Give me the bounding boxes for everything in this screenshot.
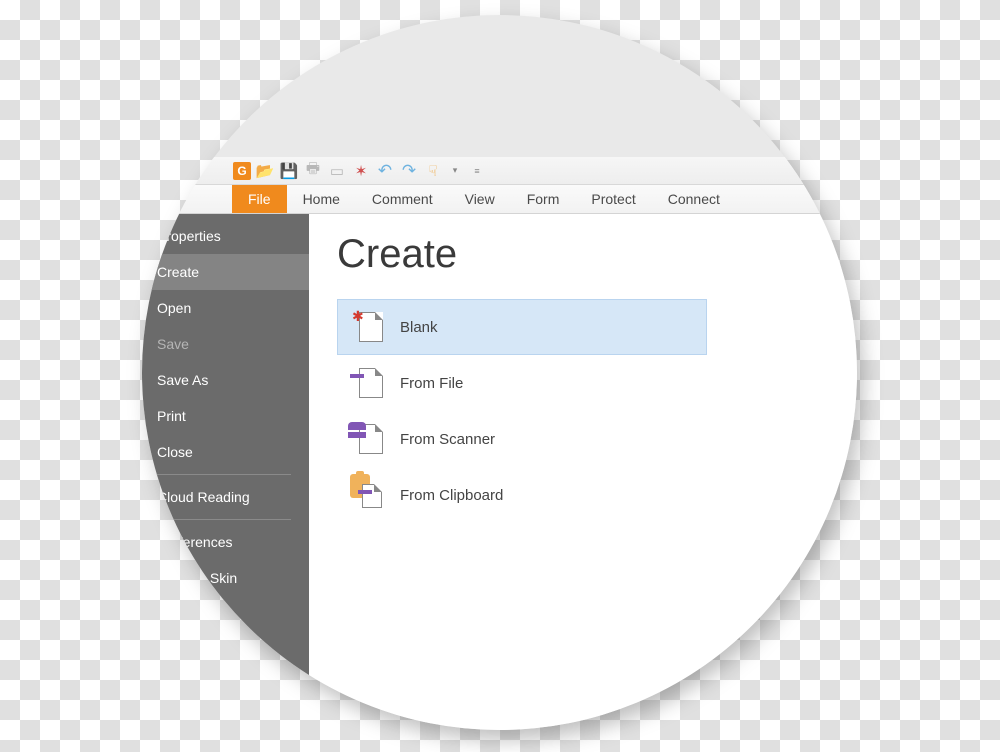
tab-file[interactable]: File: [232, 185, 287, 213]
option-from-scanner[interactable]: From Scanner: [337, 411, 707, 467]
tab-label: View: [465, 191, 495, 207]
sidebar-separator: [155, 519, 291, 520]
page-icon[interactable]: ▭: [327, 161, 347, 181]
from-clipboard-icon: [356, 480, 386, 510]
sidebar-item-cloud-reading[interactable]: Cloud Reading: [142, 479, 309, 515]
sidebar-item-save: Save: [142, 326, 309, 362]
sidebar-item-open[interactable]: Open: [142, 290, 309, 326]
sidebar-item-label: Open: [157, 300, 191, 316]
undo-icon[interactable]: ↶: [375, 161, 395, 181]
sidebar-item-label: Save As: [157, 372, 208, 388]
sidebar-item-preferences[interactable]: Preferences: [142, 524, 309, 560]
sidebar-item-change-skin[interactable]: Change Skin: [142, 560, 309, 596]
tab-protect[interactable]: Protect: [575, 185, 651, 213]
sidebar-item-label: Print: [157, 408, 186, 424]
option-label: From Scanner: [400, 431, 495, 448]
sidebar-item-label: Properties: [157, 228, 221, 244]
sidebar-item-close[interactable]: Close: [142, 434, 309, 470]
sidebar-item-label: Create: [157, 264, 199, 280]
option-from-clipboard[interactable]: From Clipboard: [337, 467, 707, 523]
tab-connect[interactable]: Connect: [652, 185, 736, 213]
backstage-view: Properties Create Open Save Save As Prin…: [142, 214, 857, 730]
backstage-content: Create ✱ Blank: [309, 214, 857, 730]
sidebar-item-label: Save: [157, 336, 189, 352]
option-from-file[interactable]: From File: [337, 355, 707, 411]
sidebar-separator: [155, 474, 291, 475]
sidebar-item-label: Cloud Reading: [157, 489, 250, 505]
option-blank[interactable]: ✱ Blank: [337, 299, 707, 355]
blank-document-icon: ✱: [356, 312, 386, 342]
file-sidebar: Properties Create Open Save Save As Prin…: [142, 214, 309, 730]
tab-label: File: [248, 191, 271, 207]
app-logo-icon: G: [233, 162, 251, 180]
tab-label: Home: [303, 191, 340, 207]
option-label: Blank: [400, 319, 438, 336]
create-options: ✱ Blank From File: [337, 299, 707, 523]
disc-clip: G 📂 💾 🖶 ▭ ✶ ↶ ↷ ☟ ▾ ≡ File Home Comment …: [142, 15, 857, 730]
tab-label: Protect: [591, 191, 635, 207]
sidebar-item-properties[interactable]: Properties: [142, 218, 309, 254]
tab-label: Connect: [668, 191, 720, 207]
tab-form[interactable]: Form: [511, 185, 576, 213]
option-label: From File: [400, 375, 463, 392]
quick-access-toolbar: G 📂 💾 🖶 ▭ ✶ ↶ ↷ ☟ ▾ ≡: [142, 157, 857, 185]
tab-comment[interactable]: Comment: [356, 185, 449, 213]
sidebar-item-create[interactable]: Create: [142, 254, 309, 290]
redo-icon[interactable]: ↷: [399, 161, 419, 181]
sidebar-item-print[interactable]: Print: [142, 398, 309, 434]
from-scanner-icon: [356, 424, 386, 454]
save-floppy-icon[interactable]: 💾: [279, 161, 299, 181]
tab-home[interactable]: Home: [287, 185, 356, 213]
tab-view[interactable]: View: [449, 185, 511, 213]
app-window: G 📂 💾 🖶 ▭ ✶ ↶ ↷ ☟ ▾ ≡ File Home Comment …: [142, 157, 857, 730]
page-title: Create: [337, 232, 857, 277]
print-icon[interactable]: 🖶: [303, 161, 323, 181]
new-star-icon[interactable]: ✶: [351, 161, 371, 181]
hand-tool-icon[interactable]: ☟: [423, 161, 443, 181]
open-folder-icon[interactable]: 📂: [255, 161, 275, 181]
tab-label: Comment: [372, 191, 433, 207]
from-file-icon: [356, 368, 386, 398]
sidebar-item-label: Preferences: [157, 534, 232, 550]
ribbon-tabs: File Home Comment View Form Protect Conn…: [142, 185, 857, 214]
screenshot-disc: G 📂 💾 🖶 ▭ ✶ ↶ ↷ ☟ ▾ ≡ File Home Comment …: [142, 15, 857, 730]
tab-label: Form: [527, 191, 560, 207]
qat-dropdown-icon[interactable]: ▾: [445, 161, 465, 181]
qat-customize-icon[interactable]: ≡: [467, 161, 487, 181]
sidebar-item-label: Change Skin: [157, 570, 237, 586]
sidebar-item-label: Close: [157, 444, 193, 460]
sidebar-item-save-as[interactable]: Save As: [142, 362, 309, 398]
option-label: From Clipboard: [400, 487, 503, 504]
